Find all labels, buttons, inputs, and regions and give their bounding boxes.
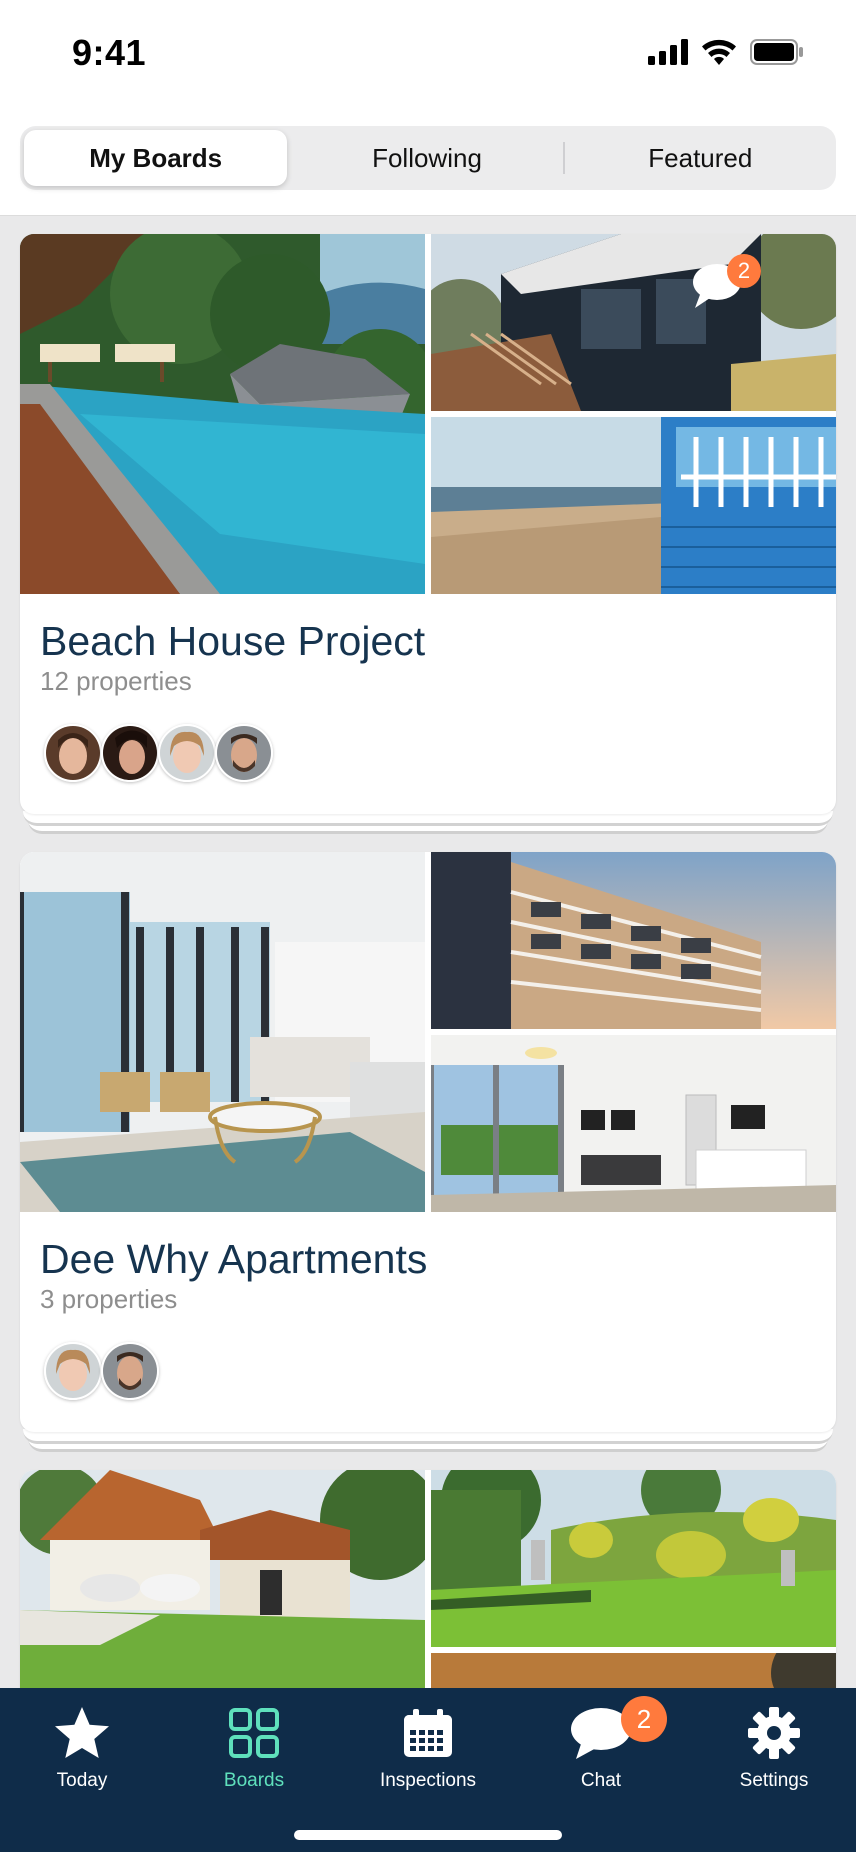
- comments-badge[interactable]: 2: [691, 254, 761, 314]
- board-image-cabin: 2: [431, 234, 836, 411]
- board-card[interactable]: [20, 1470, 836, 1710]
- board-members[interactable]: [44, 1342, 159, 1400]
- grid-icon: [229, 1708, 279, 1758]
- board-card-stack: [20, 1470, 836, 1710]
- board-image-apartment-building: [431, 852, 836, 1029]
- tab-label: Boards: [223, 1770, 285, 1791]
- avatar: [44, 724, 102, 782]
- segment-bar: My Boards Following Featured: [0, 105, 856, 216]
- board-image-house-garden: [20, 1470, 425, 1710]
- board-image-beach: [431, 417, 836, 594]
- board-property-count: 12 properties: [40, 666, 192, 696]
- board-members[interactable]: [44, 724, 273, 782]
- board-filter-segmented-control: My Boards Following Featured: [20, 126, 836, 190]
- tab-label: Today: [56, 1770, 108, 1791]
- calendar-icon: [404, 1709, 452, 1757]
- battery-icon: [750, 39, 803, 65]
- avatar: [101, 724, 159, 782]
- tab-label: Chat: [580, 1770, 622, 1791]
- gear-icon: [748, 1707, 800, 1759]
- board-image-pool: [20, 234, 425, 594]
- status-bar: 9:41: [0, 0, 856, 105]
- tab-inspections[interactable]: Inspections: [358, 1698, 498, 1818]
- board-image-grid: [20, 852, 836, 1212]
- board-title: Beach House Project: [40, 618, 426, 664]
- chat-unread-badge: 2: [621, 1696, 667, 1742]
- segment-divider: [562, 142, 565, 174]
- board-image-living-room: [20, 852, 425, 1212]
- board-card[interactable]: 2 Beach House Project 12 properties: [20, 234, 836, 814]
- segment-my-boards[interactable]: My Boards: [24, 130, 288, 186]
- board-image-grid: 2: [20, 234, 836, 594]
- segment-following[interactable]: Following: [295, 130, 558, 186]
- tab-today[interactable]: Today: [12, 1698, 152, 1818]
- tab-settings[interactable]: Settings: [704, 1698, 844, 1818]
- star-icon: [55, 1707, 109, 1758]
- board-card-stack: 2 Beach House Project 12 properties: [20, 234, 836, 834]
- status-icons: [648, 36, 804, 68]
- avatar: [44, 1342, 102, 1400]
- signal-icon: [648, 39, 688, 65]
- home-indicator: [294, 1830, 562, 1840]
- board-image-apartment-interior: [431, 1035, 836, 1212]
- comments-count-badge: 2: [727, 254, 761, 288]
- board-card[interactable]: Dee Why Apartments 3 properties: [20, 852, 836, 1432]
- segment-featured[interactable]: Featured: [569, 130, 832, 186]
- avatar: [101, 1342, 159, 1400]
- wifi-icon: [702, 39, 736, 65]
- tab-bar: Today Boards Inspections Chat 2 Settings: [0, 1688, 856, 1852]
- status-time: 9:41: [72, 32, 147, 73]
- board-title: Dee Why Apartments: [40, 1236, 428, 1282]
- avatar: [158, 724, 216, 782]
- tab-boards[interactable]: Boards: [184, 1698, 324, 1818]
- avatar: [215, 724, 273, 782]
- board-card-stack: Dee Why Apartments 3 properties: [20, 852, 836, 1452]
- board-property-count: 3 properties: [40, 1284, 178, 1314]
- tab-label: Settings: [739, 1770, 809, 1791]
- board-image-hedge-garden: [431, 1470, 836, 1647]
- tab-chat[interactable]: Chat 2: [531, 1696, 671, 1818]
- tab-label: Inspections: [379, 1770, 477, 1791]
- board-image-grid: [20, 1470, 836, 1710]
